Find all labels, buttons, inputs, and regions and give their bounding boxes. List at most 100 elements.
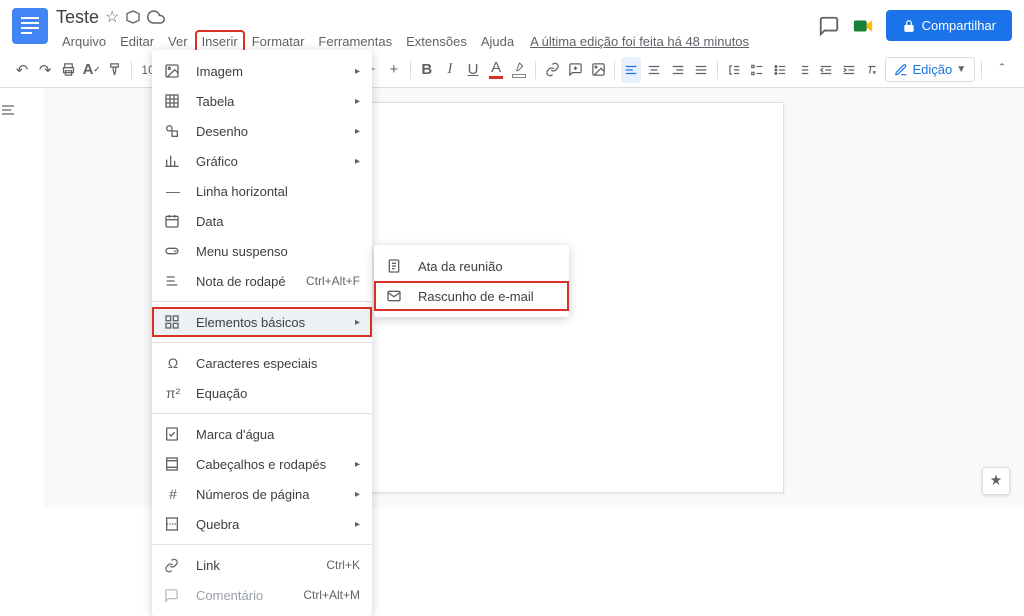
- paint-format-button[interactable]: [105, 57, 125, 83]
- comment-icon: [164, 588, 182, 603]
- insert-special-chars-item[interactable]: Ω Caracteres especiais: [152, 348, 372, 378]
- menu-help[interactable]: Ajuda: [475, 31, 520, 52]
- menu-extensions[interactable]: Extensões: [400, 31, 473, 52]
- meet-icon[interactable]: [852, 15, 874, 37]
- edit-mode-select[interactable]: Edição ▼: [885, 57, 975, 82]
- share-button[interactable]: Compartilhar: [886, 10, 1012, 41]
- insert-link-button[interactable]: [542, 57, 562, 83]
- insert-footnote-item[interactable]: Nota de rodapé Ctrl+Alt+F: [152, 266, 372, 296]
- insert-comment-item: Comentário Ctrl+Alt+M: [152, 580, 372, 610]
- insert-dropdown: Imagem ▸ Tabela ▸ Desenho ▸ Gráfico ▸ — …: [152, 50, 372, 616]
- title-area: Teste ☆ Arquivo Editar Ver Inserir Forma…: [56, 6, 810, 52]
- undo-button[interactable]: ↶: [12, 57, 32, 83]
- headers-footers-icon: [164, 456, 182, 472]
- star-icon[interactable]: ☆: [105, 7, 119, 27]
- share-label: Compartilhar: [922, 18, 996, 33]
- move-icon[interactable]: [125, 9, 141, 25]
- outline-rail: [0, 88, 44, 507]
- align-left-button[interactable]: [621, 57, 641, 83]
- increase-indent-button[interactable]: [839, 57, 859, 83]
- email-draft-icon: [386, 288, 404, 304]
- special-chars-icon: Ω: [164, 355, 182, 371]
- menu-tools[interactable]: Ferramentas: [312, 31, 398, 52]
- submenu-arrow-icon: ▸: [355, 156, 360, 167]
- menu-insert[interactable]: Inserir: [196, 31, 244, 52]
- line-spacing-button[interactable]: [724, 57, 744, 83]
- insert-headers-footers-item[interactable]: Cabeçalhos e rodapés ▸: [152, 449, 372, 479]
- insert-table-item[interactable]: Tabela ▸: [152, 86, 372, 116]
- insert-chart-item[interactable]: Gráfico ▸: [152, 146, 372, 176]
- insert-dropdown-item[interactable]: Menu suspenso: [152, 236, 372, 266]
- meeting-notes-item[interactable]: Ata da reunião: [374, 251, 569, 281]
- email-draft-item[interactable]: Rascunho de e-mail: [374, 281, 569, 311]
- italic-button[interactable]: I: [440, 57, 460, 83]
- submenu-arrow-icon: ▸: [355, 96, 360, 107]
- building-blocks-submenu: Ata da reunião Rascunho de e-mail: [374, 245, 569, 317]
- last-edit-link[interactable]: A última edição foi feita há 48 minutos: [530, 31, 749, 52]
- insert-page-numbers-item[interactable]: # Números de página ▸: [152, 479, 372, 509]
- submenu-arrow-icon: ▸: [355, 459, 360, 470]
- equation-icon: π²: [164, 385, 182, 401]
- insert-break-item[interactable]: Quebra ▸: [152, 509, 372, 539]
- submenu-arrow-icon: ▸: [355, 66, 360, 77]
- building-blocks-icon: [164, 314, 182, 330]
- add-comment-button[interactable]: [565, 57, 585, 83]
- print-button[interactable]: [58, 57, 78, 83]
- doc-title[interactable]: Teste: [56, 7, 99, 28]
- image-icon: [164, 63, 182, 79]
- submenu-arrow-icon: ▸: [355, 519, 360, 530]
- cloud-status-icon[interactable]: [147, 8, 165, 26]
- insert-date-item[interactable]: Data: [152, 206, 372, 236]
- edit-mode-label: Edição: [912, 62, 952, 77]
- submenu-arrow-icon: ▸: [355, 126, 360, 137]
- docs-logo[interactable]: [12, 8, 48, 44]
- align-center-button[interactable]: [644, 57, 664, 83]
- numbered-list-button[interactable]: [793, 57, 813, 83]
- bullet-list-button[interactable]: [770, 57, 790, 83]
- insert-equation-item[interactable]: π² Equação: [152, 378, 372, 408]
- menu-separator: [152, 413, 372, 414]
- underline-button[interactable]: U: [463, 57, 483, 83]
- menu-edit[interactable]: Editar: [114, 31, 160, 52]
- font-size-increase[interactable]: +: [384, 57, 404, 83]
- redo-button[interactable]: ↷: [35, 57, 55, 83]
- insert-link-item[interactable]: Link Ctrl+K: [152, 550, 372, 580]
- bold-button[interactable]: B: [417, 57, 437, 83]
- menu-file[interactable]: Arquivo: [56, 31, 112, 52]
- comment-history-icon[interactable]: [818, 15, 840, 37]
- menu-view[interactable]: Ver: [162, 31, 194, 52]
- page-numbers-icon: #: [164, 486, 182, 502]
- menu-format[interactable]: Formatar: [246, 31, 311, 52]
- menu-separator: [152, 342, 372, 343]
- watermark-icon: [164, 426, 182, 442]
- link-icon: [164, 558, 182, 573]
- spellcheck-button[interactable]: A✓: [81, 57, 101, 83]
- decrease-indent-button[interactable]: [816, 57, 836, 83]
- insert-image-button[interactable]: [588, 57, 608, 83]
- header-right: Compartilhar: [818, 10, 1012, 41]
- collapse-toolbar-button[interactable]: ˆ: [992, 57, 1012, 83]
- insert-image-item[interactable]: Imagem ▸: [152, 56, 372, 86]
- menu-separator: [152, 544, 372, 545]
- checklist-button[interactable]: [747, 57, 767, 83]
- menubar: Arquivo Editar Ver Inserir Formatar Ferr…: [56, 28, 810, 52]
- explore-button[interactable]: [982, 467, 1010, 495]
- submenu-arrow-icon: ▸: [355, 489, 360, 500]
- drawing-icon: [164, 123, 182, 139]
- text-color-button[interactable]: A: [486, 57, 506, 83]
- submenu-arrow-icon: ▸: [355, 317, 360, 328]
- clear-formatting-button[interactable]: [862, 57, 882, 83]
- meeting-notes-icon: [386, 258, 404, 274]
- insert-watermark-item[interactable]: Marca d'água: [152, 419, 372, 449]
- dropdown-icon: [164, 243, 182, 259]
- highlight-button[interactable]: [509, 57, 529, 83]
- insert-hr-item[interactable]: — Linha horizontal: [152, 176, 372, 206]
- chart-icon: [164, 153, 182, 169]
- align-right-button[interactable]: [668, 57, 688, 83]
- menu-separator: [152, 301, 372, 302]
- align-justify-button[interactable]: [691, 57, 711, 83]
- outline-icon[interactable]: [0, 102, 43, 118]
- insert-building-blocks-item[interactable]: Elementos básicos ▸: [152, 307, 372, 337]
- insert-drawing-item[interactable]: Desenho ▸: [152, 116, 372, 146]
- hr-icon: —: [164, 183, 182, 199]
